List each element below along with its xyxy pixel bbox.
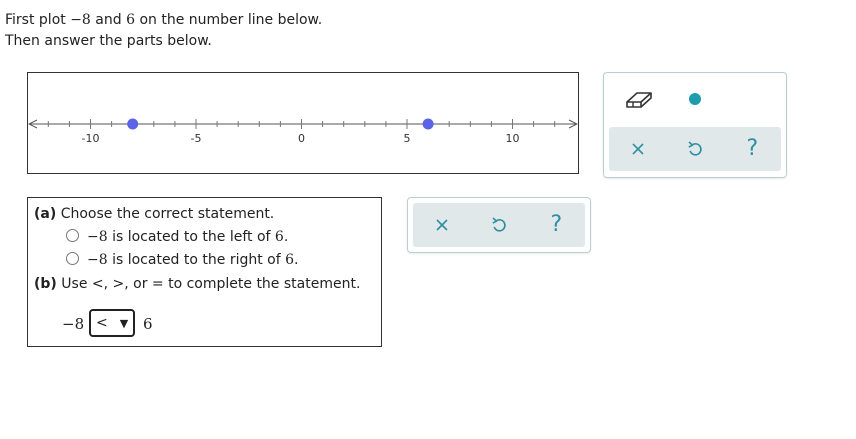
part-b-text: Use <, >, or = to complete the statement… — [56, 276, 361, 292]
tick-label: -5 — [191, 132, 202, 145]
graph-action-strip: ? — [609, 127, 781, 171]
option-text: is located to the left of — [107, 229, 275, 245]
help-button[interactable]: ? — [737, 134, 767, 164]
number-line[interactable]: -10 -5 0 5 10 — [28, 73, 578, 173]
number-line-panel[interactable]: -10 -5 0 5 10 — [27, 72, 579, 174]
graph-tool-panel: ? — [603, 72, 787, 178]
radio-button[interactable] — [66, 229, 79, 242]
option-text: . — [294, 252, 299, 268]
eraser-tool-button[interactable] — [622, 85, 656, 115]
part-a-text: Choose the correct statement. — [56, 206, 275, 222]
compare-left-value: −8 — [62, 315, 85, 333]
undo-button[interactable] — [680, 134, 710, 164]
tick-label: 5 — [404, 132, 411, 145]
answer-action-strip: ? — [413, 203, 585, 247]
part-a-prompt: (a) Choose the correct statement. — [34, 206, 274, 222]
plotted-point[interactable] — [127, 118, 139, 130]
undo-icon — [492, 217, 506, 232]
instruction-text: First plot — [5, 12, 71, 28]
part-b-prompt: (b) Use <, >, or = to complete the state… — [34, 276, 360, 292]
option-number: 6 — [285, 252, 295, 268]
answer-tool-panel: ? — [407, 197, 591, 253]
question-panel: (a) Choose the correct statement. −8 is … — [27, 197, 382, 347]
close-icon — [632, 143, 644, 155]
clear-answer-button[interactable] — [427, 210, 457, 240]
close-icon — [436, 219, 448, 231]
part-b-label: (b) — [34, 276, 57, 292]
dropdown-arrow-icon: ▼ — [119, 316, 129, 330]
number-neg-8: −8 — [70, 12, 91, 28]
option-number: −8 — [87, 252, 108, 268]
point-tool-button[interactable] — [680, 84, 710, 114]
radio-button[interactable] — [66, 252, 79, 265]
comparison-selected-value: < — [96, 315, 108, 331]
comparison-select[interactable]: < ▼ — [89, 309, 135, 337]
instruction-text: and — [90, 12, 127, 28]
plotted-point[interactable] — [422, 118, 434, 130]
instruction-line-2: Then answer the parts below. — [5, 33, 212, 49]
number-6: 6 — [126, 12, 136, 28]
instructions: First plot −8 and 6 on the number line b… — [5, 10, 322, 52]
undo-icon — [688, 141, 702, 156]
option-text: . — [283, 229, 289, 245]
option-text: is located to the right of — [107, 252, 286, 268]
option-left[interactable]: −8 is located to the left of 6. — [66, 229, 288, 245]
help-icon: ? — [550, 212, 563, 237]
answer-help-button[interactable]: ? — [541, 210, 571, 240]
option-number: −8 — [87, 229, 108, 245]
tick-label: 0 — [298, 132, 305, 145]
tick-label: 10 — [506, 132, 520, 145]
tick-label: -10 — [82, 132, 100, 145]
undo-answer-button[interactable] — [484, 210, 514, 240]
compare-right-value: 6 — [143, 315, 153, 333]
instruction-text: on the number line below. — [135, 12, 323, 28]
help-icon: ? — [746, 136, 759, 161]
part-a-label: (a) — [34, 206, 57, 222]
option-number: 6 — [274, 229, 284, 245]
instruction-line-1: First plot −8 and 6 on the number line b… — [5, 10, 322, 31]
point-tool-icon — [689, 93, 701, 105]
clear-button[interactable] — [623, 134, 653, 164]
option-right[interactable]: −8 is located to the right of 6. — [66, 252, 299, 268]
eraser-icon — [626, 92, 652, 108]
